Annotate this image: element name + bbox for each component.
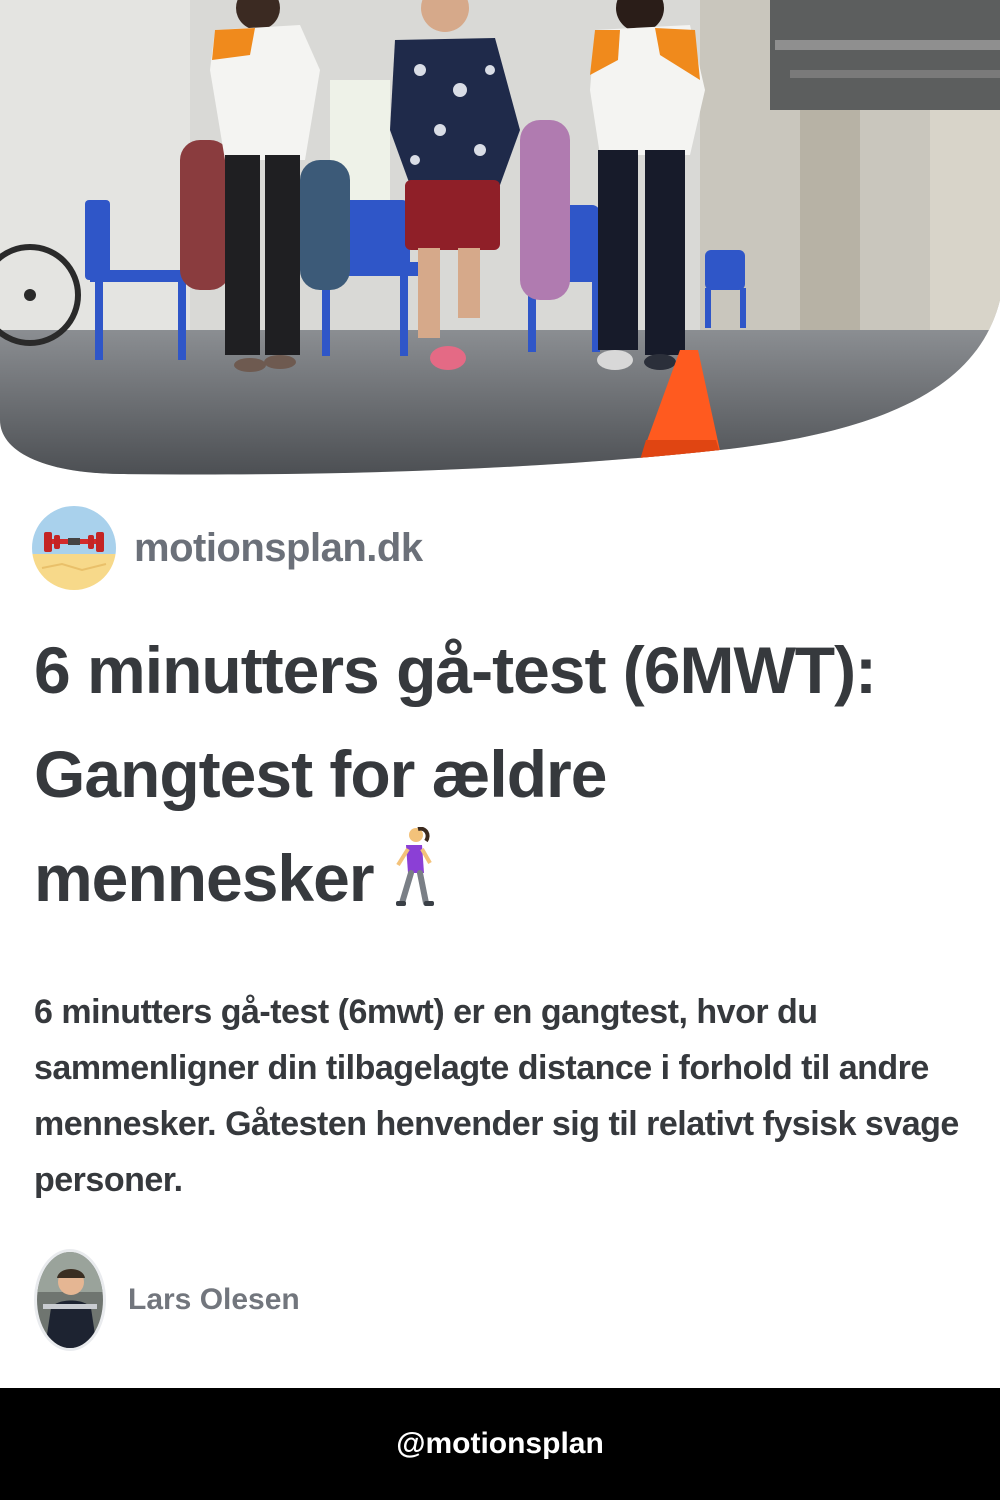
author-name[interactable]: Lars Olesen bbox=[128, 1283, 300, 1317]
author-byline[interactable]: Lars Olesen bbox=[34, 1249, 300, 1351]
article-description: 6 minutters gå-test (6mwt) er en gangtes… bbox=[34, 993, 959, 1199]
author-avatar bbox=[34, 1249, 106, 1351]
dumbbell-logo-icon bbox=[32, 506, 116, 590]
article-title: 6 minutters gå-test (6MWT): Gangtest for… bbox=[34, 618, 974, 936]
hero-image bbox=[0, 0, 1000, 480]
social-handle[interactable]: @motionsplan bbox=[396, 1427, 604, 1461]
site-header[interactable]: motionsplan.dk bbox=[32, 505, 423, 591]
title-line-3: mennesker bbox=[34, 841, 375, 915]
woman-walking-icon bbox=[392, 826, 436, 936]
title-line-1: 6 minutters gå-test (6MWT): bbox=[34, 633, 877, 707]
title-line-2: Gangtest for ældre bbox=[34, 737, 607, 811]
footer-bar: @motionsplan bbox=[0, 1388, 1000, 1500]
site-name[interactable]: motionsplan.dk bbox=[134, 526, 423, 571]
